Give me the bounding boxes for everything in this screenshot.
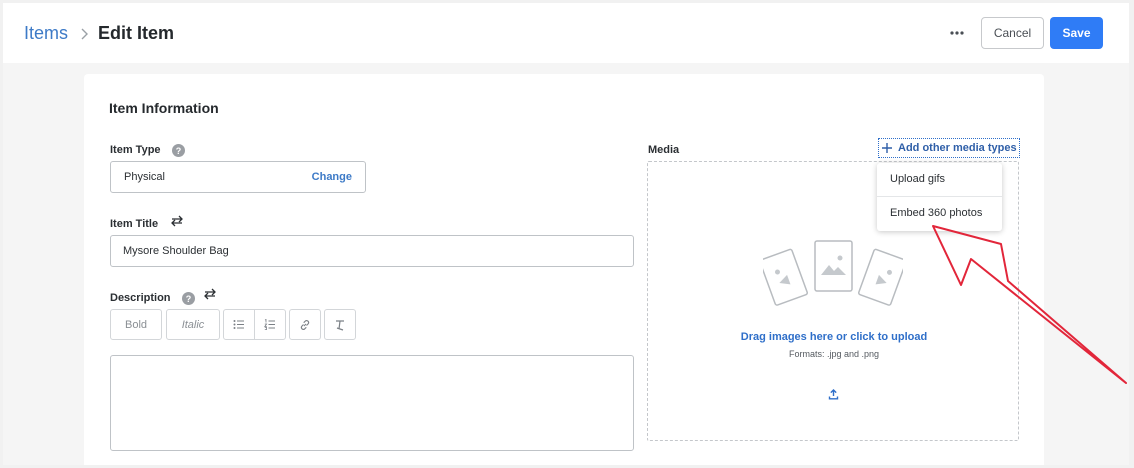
page-title: Edit Item: [98, 23, 175, 43]
swap-icon[interactable]: [170, 215, 184, 227]
add-other-media-types-button[interactable]: Add other media types: [878, 138, 1020, 158]
section-title: Item Information: [109, 100, 219, 116]
item-title-input[interactable]: [110, 235, 634, 267]
item-type-label: Item Type: [110, 144, 161, 156]
more-options-button[interactable]: [945, 21, 969, 45]
description-label: Description: [110, 292, 171, 304]
bold-button[interactable]: Bold: [110, 309, 162, 340]
image-stack-icon: [763, 240, 903, 306]
upload-icon: [828, 389, 839, 400]
help-icon[interactable]: ?: [182, 292, 195, 305]
media-label: Media: [648, 144, 680, 156]
item-type-value: Physical: [124, 171, 165, 183]
description-editor[interactable]: [110, 355, 634, 451]
annotation-arrow: [932, 225, 1127, 384]
item-type-field: Physical Change: [110, 161, 366, 193]
save-button[interactable]: Save: [1050, 17, 1103, 49]
app-window: Items Edit Item Cancel Save Item Informa…: [3, 3, 1129, 465]
bullet-list-button[interactable]: [223, 309, 255, 340]
top-bar: Items Edit Item Cancel Save: [3, 3, 1129, 63]
next-section-card-edge: [649, 461, 1024, 465]
chevron-right-icon: [81, 28, 88, 40]
more-icon: [950, 31, 964, 35]
add-other-media-types-label: Add other media types: [898, 142, 1017, 154]
cancel-button[interactable]: Cancel: [981, 17, 1044, 49]
help-icon[interactable]: ?: [172, 144, 185, 157]
italic-button[interactable]: Italic: [166, 309, 220, 340]
numbered-list-icon: [264, 319, 275, 330]
item-title-label: Item Title: [110, 218, 159, 230]
link-button[interactable]: [289, 309, 321, 340]
change-item-type-link[interactable]: Change: [312, 171, 352, 183]
item-information-card: Item Information Item Type ? Physical Ch…: [84, 74, 1044, 465]
link-icon: [300, 319, 310, 330]
numbered-list-button[interactable]: [254, 309, 286, 340]
bullet-list-icon: [233, 320, 244, 329]
clear-format-icon: [336, 319, 344, 331]
plus-icon: [882, 143, 892, 153]
menu-item-upload-gifs[interactable]: Upload gifs: [877, 163, 1002, 196]
swap-icon[interactable]: [203, 288, 217, 300]
breadcrumb-items-link[interactable]: Items: [24, 23, 68, 44]
clear-format-button[interactable]: [324, 309, 356, 340]
